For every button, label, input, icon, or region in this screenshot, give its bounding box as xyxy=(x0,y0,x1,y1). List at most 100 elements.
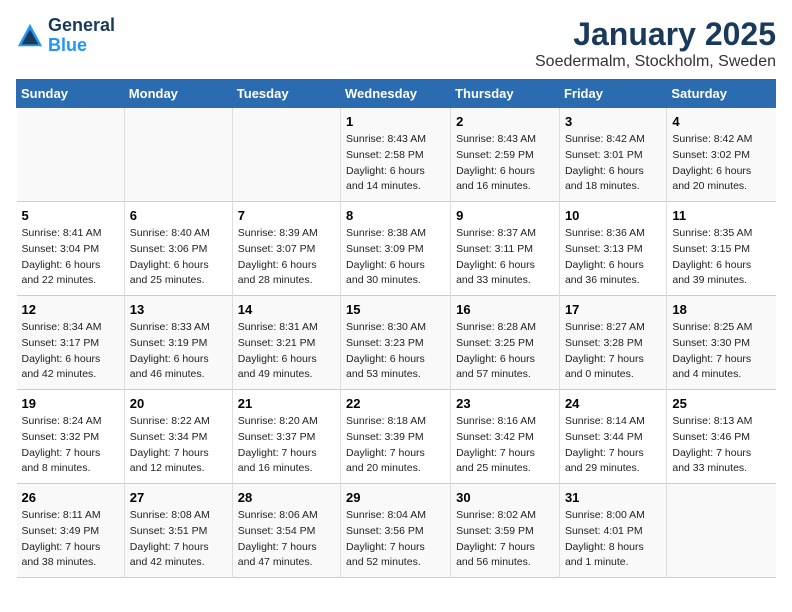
day-info: Sunrise: 8:42 AM Sunset: 3:01 PM Dayligh… xyxy=(565,132,661,195)
calendar-cell xyxy=(17,108,125,202)
calendar-cell: 5 Sunrise: 8:41 AM Sunset: 3:04 PM Daylig… xyxy=(17,202,125,296)
day-info: Sunrise: 8:24 AM Sunset: 3:32 PM Dayligh… xyxy=(22,414,119,477)
weekday-header-thursday: Thursday xyxy=(451,80,560,108)
calendar-cell: 18Sunrise: 8:25 AM Sunset: 3:30 PM Dayli… xyxy=(667,296,776,390)
week-row-5: 26 Sunrise: 8:11 AM Sunset: 3:49 PM Dayli… xyxy=(17,484,776,578)
day-info: Sunrise: 8:14 AM Sunset: 3:44 PM Dayligh… xyxy=(565,414,661,477)
day-number: 24 xyxy=(565,396,661,411)
day-info: Sunrise: 8:11 AM Sunset: 3:49 PM Dayligh… xyxy=(22,508,119,571)
calendar-cell: 25 Sunrise: 8:13 AM Sunset: 3:46 PM Dayli… xyxy=(667,390,776,484)
day-info: Sunrise: 8:13 AM Sunset: 3:46 PM Dayligh… xyxy=(672,414,770,477)
day-number: 25 xyxy=(672,396,770,411)
weekday-header-monday: Monday xyxy=(124,80,232,108)
calendar-cell xyxy=(124,108,232,202)
day-info: Sunrise: 8:39 AM Sunset: 3:07 PM Dayligh… xyxy=(238,226,335,289)
day-info: Sunrise: 8:16 AM Sunset: 3:42 PM Dayligh… xyxy=(456,414,554,477)
day-number: 6 xyxy=(130,208,227,223)
day-info: Sunrise: 8:08 AM Sunset: 3:51 PM Dayligh… xyxy=(130,508,227,571)
day-number: 23 xyxy=(456,396,554,411)
week-row-2: 5 Sunrise: 8:41 AM Sunset: 3:04 PM Daylig… xyxy=(17,202,776,296)
day-number: 11 xyxy=(672,208,770,223)
day-info: Sunrise: 8:41 AM Sunset: 3:04 PM Dayligh… xyxy=(22,226,119,289)
calendar-cell: 11Sunrise: 8:35 AM Sunset: 3:15 PM Dayli… xyxy=(667,202,776,296)
day-info: Sunrise: 8:28 AM Sunset: 3:25 PM Dayligh… xyxy=(456,320,554,383)
calendar-cell: 29Sunrise: 8:04 AM Sunset: 3:56 PM Dayli… xyxy=(341,484,451,578)
day-number: 5 xyxy=(22,208,119,223)
calendar-cell: 27 Sunrise: 8:08 AM Sunset: 3:51 PM Dayli… xyxy=(124,484,232,578)
calendar-cell: 19Sunrise: 8:24 AM Sunset: 3:32 PM Dayli… xyxy=(17,390,125,484)
calendar-cell: 20 Sunrise: 8:22 AM Sunset: 3:34 PM Dayli… xyxy=(124,390,232,484)
page-header: General Blue January 2025 Soedermalm, St… xyxy=(16,16,776,71)
day-info: Sunrise: 8:27 AM Sunset: 3:28 PM Dayligh… xyxy=(565,320,661,383)
day-number: 16 xyxy=(456,302,554,317)
day-number: 29 xyxy=(346,490,445,505)
day-info: Sunrise: 8:31 AM Sunset: 3:21 PM Dayligh… xyxy=(238,320,335,383)
calendar-cell: 23 Sunrise: 8:16 AM Sunset: 3:42 PM Dayli… xyxy=(451,390,560,484)
day-info: Sunrise: 8:40 AM Sunset: 3:06 PM Dayligh… xyxy=(130,226,227,289)
calendar-cell: 21Sunrise: 8:20 AM Sunset: 3:37 PM Dayli… xyxy=(232,390,340,484)
weekday-header-wednesday: Wednesday xyxy=(341,80,451,108)
day-info: Sunrise: 8:18 AM Sunset: 3:39 PM Dayligh… xyxy=(346,414,445,477)
calendar-cell: 15Sunrise: 8:30 AM Sunset: 3:23 PM Dayli… xyxy=(341,296,451,390)
logo-text: General Blue xyxy=(48,16,115,56)
day-info: Sunrise: 8:33 AM Sunset: 3:19 PM Dayligh… xyxy=(130,320,227,383)
day-number: 21 xyxy=(238,396,335,411)
calendar-cell: 12 Sunrise: 8:34 AM Sunset: 3:17 PM Dayli… xyxy=(17,296,125,390)
day-number: 2 xyxy=(456,114,554,129)
day-number: 30 xyxy=(456,490,554,505)
calendar-cell: 4Sunrise: 8:42 AM Sunset: 3:02 PM Daylig… xyxy=(667,108,776,202)
day-info: Sunrise: 8:43 AM Sunset: 2:58 PM Dayligh… xyxy=(346,132,445,195)
day-number: 20 xyxy=(130,396,227,411)
day-number: 15 xyxy=(346,302,445,317)
day-info: Sunrise: 8:38 AM Sunset: 3:09 PM Dayligh… xyxy=(346,226,445,289)
calendar-cell xyxy=(232,108,340,202)
calendar-table: SundayMondayTuesdayWednesdayThursdayFrid… xyxy=(16,79,776,578)
week-row-1: 1 Sunrise: 8:43 AM Sunset: 2:58 PM Daylig… xyxy=(17,108,776,202)
logo: General Blue xyxy=(16,16,115,56)
calendar-cell: 13Sunrise: 8:33 AM Sunset: 3:19 PM Dayli… xyxy=(124,296,232,390)
calendar-cell: 26 Sunrise: 8:11 AM Sunset: 3:49 PM Dayli… xyxy=(17,484,125,578)
day-number: 27 xyxy=(130,490,227,505)
day-info: Sunrise: 8:22 AM Sunset: 3:34 PM Dayligh… xyxy=(130,414,227,477)
weekday-header-row: SundayMondayTuesdayWednesdayThursdayFrid… xyxy=(17,80,776,108)
calendar-title: January 2025 xyxy=(535,16,776,53)
day-number: 9 xyxy=(456,208,554,223)
day-number: 26 xyxy=(22,490,119,505)
calendar-cell: 9 Sunrise: 8:37 AM Sunset: 3:11 PM Daylig… xyxy=(451,202,560,296)
day-number: 12 xyxy=(22,302,119,317)
calendar-cell: 14 Sunrise: 8:31 AM Sunset: 3:21 PM Dayli… xyxy=(232,296,340,390)
day-number: 31 xyxy=(565,490,661,505)
calendar-cell: 24 Sunrise: 8:14 AM Sunset: 3:44 PM Dayli… xyxy=(559,390,666,484)
day-info: Sunrise: 8:06 AM Sunset: 3:54 PM Dayligh… xyxy=(238,508,335,571)
day-number: 7 xyxy=(238,208,335,223)
day-number: 8 xyxy=(346,208,445,223)
calendar-cell: 31 Sunrise: 8:00 AM Sunset: 4:01 PM Dayli… xyxy=(559,484,666,578)
day-info: Sunrise: 8:25 AM Sunset: 3:30 PM Dayligh… xyxy=(672,320,770,383)
day-number: 10 xyxy=(565,208,661,223)
day-info: Sunrise: 8:36 AM Sunset: 3:13 PM Dayligh… xyxy=(565,226,661,289)
day-number: 22 xyxy=(346,396,445,411)
day-info: Sunrise: 8:43 AM Sunset: 2:59 PM Dayligh… xyxy=(456,132,554,195)
calendar-cell: 2 Sunrise: 8:43 AM Sunset: 2:59 PM Daylig… xyxy=(451,108,560,202)
day-info: Sunrise: 8:00 AM Sunset: 4:01 PM Dayligh… xyxy=(565,508,661,571)
day-number: 3 xyxy=(565,114,661,129)
calendar-cell: 28Sunrise: 8:06 AM Sunset: 3:54 PM Dayli… xyxy=(232,484,340,578)
calendar-cell: 1 Sunrise: 8:43 AM Sunset: 2:58 PM Daylig… xyxy=(341,108,451,202)
day-info: Sunrise: 8:37 AM Sunset: 3:11 PM Dayligh… xyxy=(456,226,554,289)
weekday-header-tuesday: Tuesday xyxy=(232,80,340,108)
day-number: 17 xyxy=(565,302,661,317)
day-number: 4 xyxy=(672,114,770,129)
day-number: 14 xyxy=(238,302,335,317)
weekday-header-sunday: Sunday xyxy=(17,80,125,108)
calendar-subtitle: Soedermalm, Stockholm, Sweden xyxy=(535,53,776,71)
calendar-cell: 7 Sunrise: 8:39 AM Sunset: 3:07 PM Daylig… xyxy=(232,202,340,296)
calendar-cell: 22 Sunrise: 8:18 AM Sunset: 3:39 PM Dayli… xyxy=(341,390,451,484)
day-info: Sunrise: 8:34 AM Sunset: 3:17 PM Dayligh… xyxy=(22,320,119,383)
day-info: Sunrise: 8:02 AM Sunset: 3:59 PM Dayligh… xyxy=(456,508,554,571)
calendar-cell: 16 Sunrise: 8:28 AM Sunset: 3:25 PM Dayli… xyxy=(451,296,560,390)
week-row-3: 12 Sunrise: 8:34 AM Sunset: 3:17 PM Dayli… xyxy=(17,296,776,390)
day-number: 1 xyxy=(346,114,445,129)
calendar-cell xyxy=(667,484,776,578)
logo-icon xyxy=(16,22,44,50)
week-row-4: 19Sunrise: 8:24 AM Sunset: 3:32 PM Dayli… xyxy=(17,390,776,484)
